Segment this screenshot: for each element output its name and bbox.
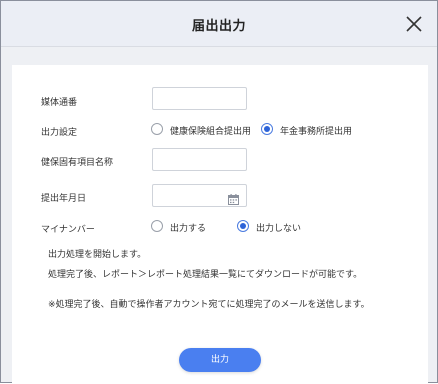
radio-output-no[interactable] [237,220,249,232]
my-number-label: マイナンバー [41,225,95,235]
note-start: 出力処理を開始します。 [48,250,147,260]
radio-output-yes-label: 出力する [170,224,207,234]
report-output-dialog: 届出出力 媒体通番 出力設定 健康保険組合提出用 年金事務所提出用 健保固有項目… [0,0,438,384]
close-icon[interactable] [403,13,425,35]
note-download: 処理完了後、レポート＞レポート処理結果一覧にてダウンロードが可能です。 [48,270,363,280]
dialog-body: 媒体通番 出力設定 健康保険組合提出用 年金事務所提出用 健保固有項目名称 提出… [12,65,428,384]
radio-output-yes[interactable] [151,220,163,232]
insurance-item-input[interactable] [152,148,247,171]
insurance-item-label: 健保固有項目名称 [41,158,114,168]
radio-health-insurance-label: 健康保険組合提出用 [170,127,252,137]
radio-pension-office-label: 年金事務所提出用 [280,127,353,137]
radio-pension-office[interactable] [261,123,273,135]
note-email: ※処理完了後、自動で操作者アカウント宛てに処理完了のメールを送信します。 [48,300,370,310]
submit-date-input[interactable] [152,184,247,207]
dialog-header: 届出出力 [1,1,437,47]
calendar-icon[interactable] [228,190,239,205]
media-number-input[interactable] [152,87,247,110]
media-number-label: 媒体通番 [41,98,78,108]
radio-health-insurance[interactable] [151,123,163,135]
submit-date-label: 提出年月日 [41,194,87,204]
output-button[interactable]: 出力 [179,348,261,372]
radio-output-no-label: 出力しない [256,224,302,234]
dialog-title: 届出出力 [191,19,246,34]
output-setting-label: 出力設定 [41,128,78,138]
